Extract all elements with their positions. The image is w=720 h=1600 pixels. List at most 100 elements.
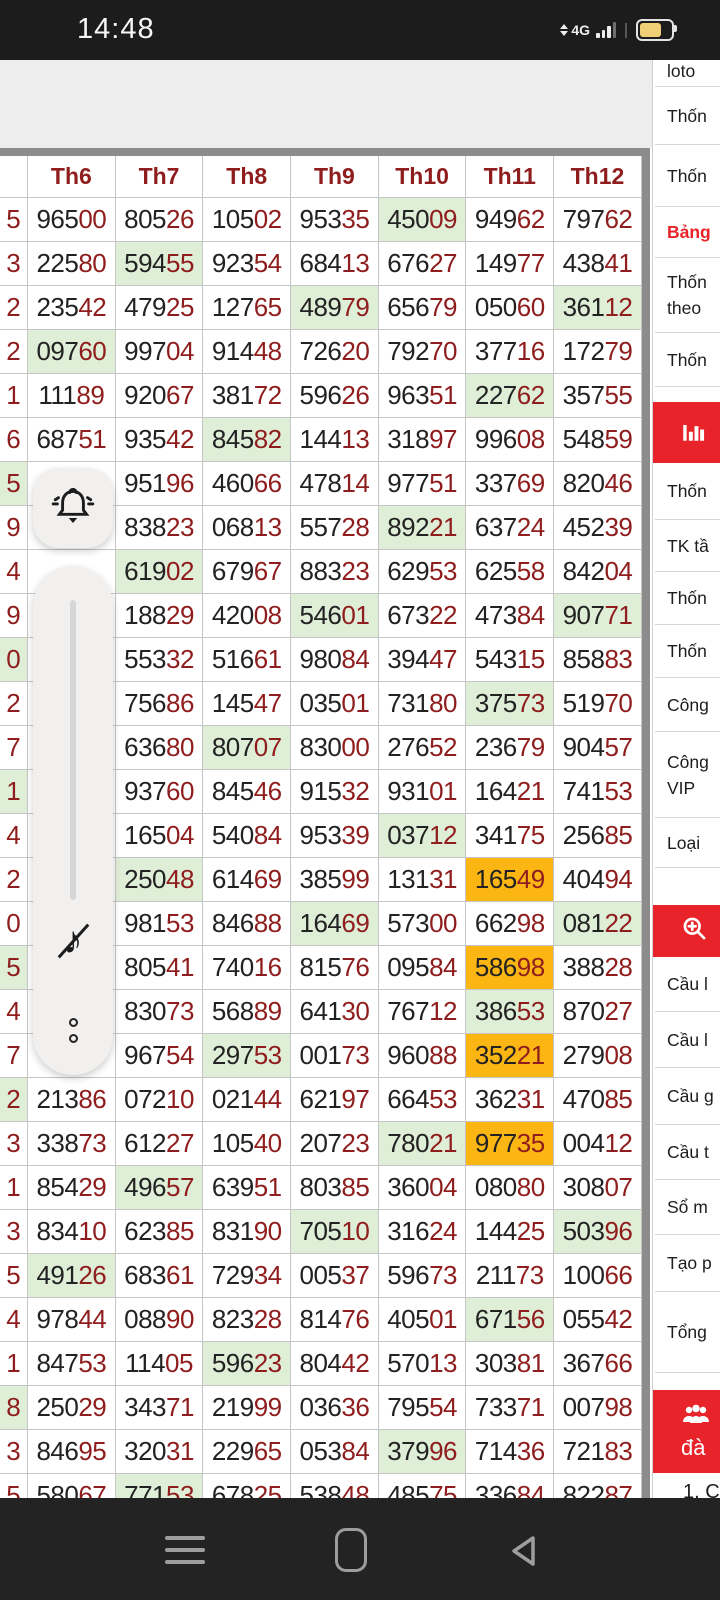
table-cell: 39447 <box>379 638 467 682</box>
sidebar-section-header[interactable] <box>653 905 720 957</box>
page-top-area <box>0 60 652 148</box>
table-cell: 27652 <box>379 726 467 770</box>
volume-slider[interactable] <box>70 600 76 900</box>
table-cell: 83190 <box>203 1210 291 1254</box>
data-activity-icon <box>560 24 568 36</box>
table-cell: 37716 <box>466 330 554 374</box>
table-cell: 67156 <box>466 1298 554 1342</box>
sidebar-item[interactable]: Loại <box>655 818 720 868</box>
table-cell: 84753 <box>28 1342 116 1386</box>
table-cut-cell: 0 <box>0 638 28 682</box>
sidebar-item[interactable]: Tổng <box>655 1292 720 1373</box>
mute-sound-button[interactable]: ♪ <box>33 918 113 964</box>
drag-handle[interactable] <box>33 1018 113 1043</box>
sidebar-item[interactable]: Công VIP <box>655 732 720 818</box>
table-cell: 99704 <box>116 330 204 374</box>
sidebar-item[interactable]: Bảng <box>655 207 720 258</box>
signal-strength-icon <box>596 22 616 38</box>
table-cell: 17279 <box>554 330 642 374</box>
table-cell: 48575 <box>379 1474 467 1498</box>
table-cell: 34371 <box>116 1386 204 1430</box>
table-cell: 98153 <box>116 902 204 946</box>
sidebar-item[interactable]: loto <box>655 60 720 87</box>
table-cell: 55332 <box>116 638 204 682</box>
table-cell: 62197 <box>291 1078 379 1122</box>
sidebar-item[interactable]: Cầu t <box>655 1125 720 1180</box>
table-cell: 95339 <box>291 814 379 858</box>
sidebar-item[interactable]: Công <box>655 678 720 732</box>
table-cut-cell: 5 <box>0 1474 28 1498</box>
sidebar-section-header[interactable] <box>653 402 720 463</box>
table-cell: 75686 <box>116 682 204 726</box>
table-cell: 70510 <box>291 1210 379 1254</box>
table-cell: 47384 <box>466 594 554 638</box>
table-cell: 54601 <box>291 594 379 638</box>
table-cell: 87027 <box>554 990 642 1034</box>
table-cell: 78021 <box>379 1122 467 1166</box>
sidebar-section-label: đà <box>681 1435 705 1461</box>
table-cell: 90771 <box>554 594 642 638</box>
table-cell: 98084 <box>291 638 379 682</box>
sidebar-item[interactable]: Thốn <box>655 333 720 387</box>
table-cell: 79762 <box>554 198 642 242</box>
table-cell: 34175 <box>466 814 554 858</box>
table-cell: 93542 <box>116 418 204 462</box>
sidebar-item[interactable]: Thốn <box>655 463 720 520</box>
back-icon[interactable] <box>507 1533 539 1574</box>
table-cell: 22762 <box>466 374 554 418</box>
table-cell: 76712 <box>379 990 467 1034</box>
table-cell: 67322 <box>379 594 467 638</box>
sidebar-item[interactable]: Thốn <box>655 625 720 678</box>
sidebar-item[interactable]: Thốn <box>655 572 720 625</box>
table-cell: 84688 <box>203 902 291 946</box>
menu-icon[interactable] <box>165 1536 205 1564</box>
table-cell: 33684 <box>466 1474 554 1498</box>
table-cell: 63724 <box>466 506 554 550</box>
home-icon[interactable] <box>335 1528 367 1572</box>
table-cell: 83073 <box>116 990 204 1034</box>
table-cell: 22580 <box>28 242 116 286</box>
table-cell: 36231 <box>466 1078 554 1122</box>
table-header-cell: Th10 <box>379 156 467 198</box>
sidebar-item[interactable]: Tạo p <box>655 1235 720 1292</box>
table-cell: 10066 <box>554 1254 642 1298</box>
table-cell: 67825 <box>203 1474 291 1498</box>
sidebar-item[interactable]: Thốn theo <box>655 258 720 333</box>
table-cell: 35221 <box>466 1034 554 1078</box>
table-cell: 93101 <box>379 770 467 814</box>
table-cell: 63951 <box>203 1166 291 1210</box>
table-cell: 35755 <box>554 374 642 418</box>
status-icons: 4G <box>560 0 674 60</box>
table-cell: 93760 <box>116 770 204 814</box>
sidebar-item[interactable]: Thốn <box>655 87 720 145</box>
table-cut-cell: 3 <box>0 242 28 286</box>
sidebar-divider <box>652 60 653 1498</box>
table-cell: 33873 <box>28 1122 116 1166</box>
table-cell: 67627 <box>379 242 467 286</box>
sidebar-item[interactable]: TK tầ <box>655 520 720 572</box>
table-cell: 72620 <box>291 330 379 374</box>
table-cell: 49126 <box>28 1254 116 1298</box>
sidebar-item[interactable]: Thốn <box>655 145 720 207</box>
sidebar-item[interactable]: Sổ m <box>655 1180 720 1235</box>
sidebar-item[interactable]: Cầu g <box>655 1068 720 1125</box>
zoom-in-icon <box>681 915 708 948</box>
table-cell: 83823 <box>116 506 204 550</box>
table-cell: 14977 <box>466 242 554 286</box>
table-cell: 18829 <box>116 594 204 638</box>
table-cell: 64130 <box>291 990 379 1034</box>
notification-bell-button[interactable] <box>33 468 113 548</box>
table-cell: 16504 <box>116 814 204 858</box>
table-cell: 97844 <box>28 1298 116 1342</box>
table-cell: 11405 <box>116 1342 204 1386</box>
table-cell: 96754 <box>116 1034 204 1078</box>
table-cell: 84204 <box>554 550 642 594</box>
table-cell: 25685 <box>554 814 642 858</box>
table-cell: 67967 <box>203 550 291 594</box>
sidebar-item[interactable]: Cầu l <box>655 957 720 1012</box>
phone-screen: Th6Th7Th8Th9Th10Th11Th125965008052610502… <box>0 0 720 1600</box>
table-cell: 96500 <box>28 198 116 242</box>
table-cell: 36004 <box>379 1166 467 1210</box>
sidebar-section-header[interactable]: đà <box>653 1390 720 1473</box>
sidebar-item[interactable]: Cầu l <box>655 1012 720 1068</box>
